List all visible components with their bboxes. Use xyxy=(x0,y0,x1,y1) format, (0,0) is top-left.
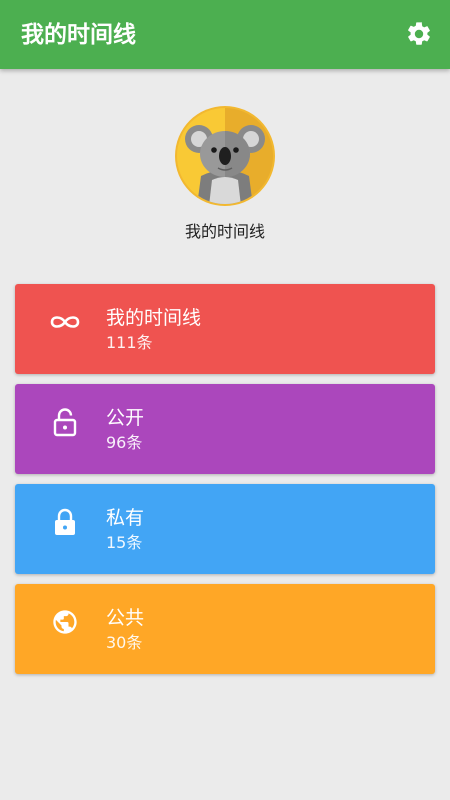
globe-icon xyxy=(49,606,81,638)
profile-name: 我的时间线 xyxy=(184,222,265,241)
app-title: 我的时间线 xyxy=(21,22,136,48)
lock-icon xyxy=(49,506,81,538)
settings-button[interactable] xyxy=(402,17,436,51)
card-title: 公共 xyxy=(106,607,145,629)
card-title: 私有 xyxy=(106,507,145,529)
card-shared[interactable]: 公共 30条 xyxy=(15,584,435,674)
card-title: 公开 xyxy=(106,407,145,429)
gear-icon xyxy=(408,22,430,45)
card-private[interactable]: 私有 15条 xyxy=(15,484,435,574)
koala-avatar[interactable] xyxy=(175,106,275,206)
card-count: 15条 xyxy=(106,533,143,552)
unlock-icon xyxy=(49,406,81,438)
card-count: 111条 xyxy=(106,333,153,352)
infinity-icon xyxy=(49,306,81,338)
app-bar: 我的时间线 xyxy=(0,0,450,69)
koala-avatar-image xyxy=(175,106,275,206)
card-title: 我的时间线 xyxy=(106,307,202,329)
card-public[interactable]: 公开 96条 xyxy=(15,384,435,474)
card-count: 30条 xyxy=(106,633,143,652)
card-count: 96条 xyxy=(106,433,143,452)
card-my-timeline[interactable]: 我的时间线 111条 xyxy=(15,284,435,374)
